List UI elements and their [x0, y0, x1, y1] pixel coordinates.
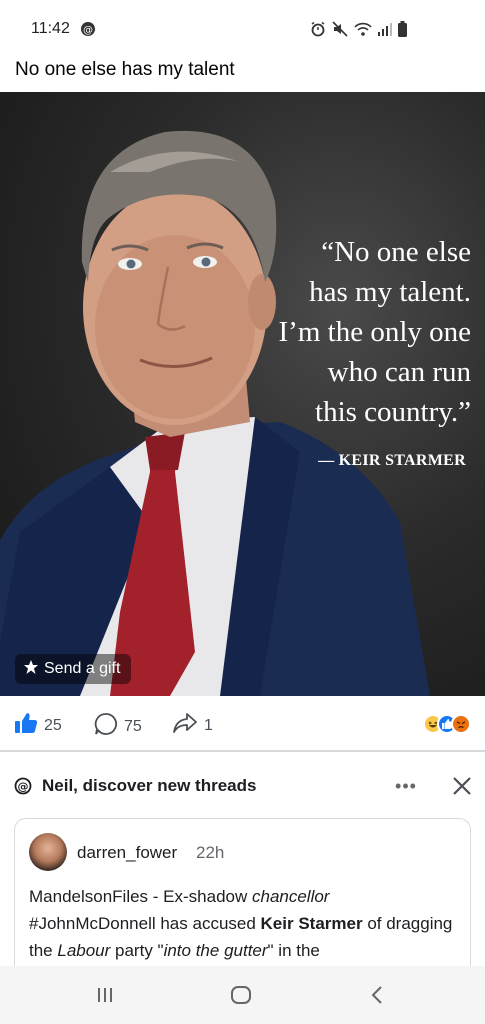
body-bold: Keir Starmer	[260, 914, 363, 933]
reaction-summary[interactable]	[423, 714, 471, 734]
post-text: No one else has my talent	[15, 59, 235, 80]
navigation-bar	[0, 966, 485, 1024]
threads-notification-icon: @	[80, 21, 96, 42]
thread-username[interactable]: darren_fower	[77, 843, 177, 863]
like-button[interactable]: 25	[14, 712, 62, 739]
thread-timestamp: 22h	[196, 843, 225, 862]
thread-card[interactable]: darren_fower 22h MandelsonFiles - Ex-sha…	[14, 818, 471, 978]
quote-attribution: — KEIR STARMER	[318, 452, 466, 469]
quote-line: this country.”	[315, 396, 471, 428]
wifi-icon	[354, 21, 372, 42]
alarm-icon	[310, 21, 326, 42]
signal-icon	[378, 22, 392, 41]
battery-icon	[398, 21, 407, 42]
quote-line: I’m the only one	[278, 316, 471, 348]
share-count: 1	[204, 716, 213, 734]
status-bar: 11:42 @	[0, 0, 485, 60]
quote-line: has my talent.	[309, 276, 471, 308]
home-icon[interactable]	[226, 980, 256, 1010]
quote-line: “No one else	[321, 236, 471, 268]
angry-reaction-icon	[451, 714, 471, 734]
reactions-bar: 25 75 1	[0, 696, 485, 752]
send-gift-button[interactable]: Send a gift	[15, 654, 131, 684]
threads-logo-icon: @	[14, 777, 32, 800]
gift-star-icon	[23, 659, 39, 680]
share-arrow-icon	[172, 712, 198, 739]
body-text: #JohnMcDonnell has accused	[29, 914, 261, 933]
like-count: 25	[44, 716, 62, 734]
threads-discover-title: Neil, discover new threads	[42, 776, 257, 795]
mute-icon	[332, 21, 348, 42]
body-text: party "	[110, 941, 164, 960]
send-gift-label: Send a gift	[44, 660, 121, 677]
comment-count: 75	[124, 717, 142, 735]
close-icon[interactable]	[448, 772, 476, 800]
body-italic: Labour	[57, 941, 111, 960]
body-text: MandelsonFiles - Ex-shadow	[29, 887, 252, 906]
comment-button[interactable]: 75	[94, 712, 142, 741]
avatar[interactable]	[29, 833, 67, 871]
back-icon[interactable]	[362, 980, 392, 1010]
share-button[interactable]: 1	[172, 712, 213, 739]
post-image[interactable]: “No one else has my talent. I’m the only…	[0, 92, 485, 696]
quote-line: who can run	[327, 356, 471, 388]
status-icons	[310, 21, 407, 42]
comment-bubble-icon	[94, 712, 118, 741]
thumbs-up-icon	[14, 712, 38, 739]
more-options-icon[interactable]: •••	[392, 772, 420, 800]
body-italic: chancellor	[251, 887, 330, 906]
svg-text:@: @	[18, 780, 29, 793]
recent-apps-icon[interactable]	[90, 980, 120, 1010]
thread-body: MandelsonFiles - Ex-shadow chancellor #J…	[29, 883, 459, 964]
image-quote: “No one else has my talent. I’m the only…	[261, 232, 471, 432]
body-italic: into the gutter	[163, 941, 268, 960]
threads-discover-header: @ Neil, discover new threads •••	[0, 760, 485, 812]
svg-text:@: @	[83, 25, 93, 36]
body-text: " in the	[267, 941, 320, 960]
status-time: 11:42	[31, 20, 70, 37]
